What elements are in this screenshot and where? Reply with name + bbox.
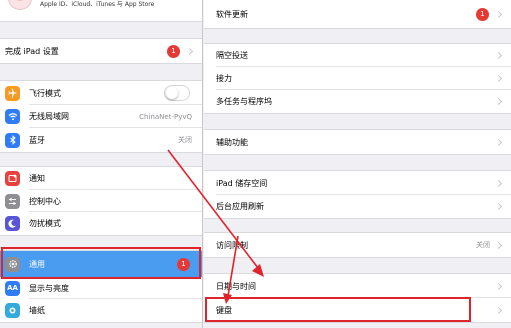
sidebar-item-do-not-disturb[interactable]: 勿扰模式: [0, 212, 202, 235]
row-label: 键盘: [216, 305, 232, 315]
chevron-right-icon: [494, 179, 503, 187]
bluetooth-icon: [5, 132, 20, 148]
restrictions-row[interactable]: 访问限制 关闭: [204, 233, 511, 257]
date-keyboard-group: 日期与时间 键盘: [204, 273, 511, 323]
airdrop-row[interactable]: 隔空投送: [204, 44, 511, 67]
chevron-right-icon: [494, 306, 503, 314]
software-update-badge: 1: [476, 7, 489, 21]
sidebar-item-wifi[interactable]: 无线局域网 ChinaNet-PyvQ: [0, 105, 202, 128]
chevron-right-icon: [494, 97, 503, 106]
row-label: 访问限制: [216, 240, 248, 250]
row-label: iPad 储存空间: [216, 178, 268, 188]
wallpaper-icon: [5, 303, 20, 318]
connectivity-group: 飞行模式 无线局域网 ChinaNet-PyvQ 蓝牙 关闭: [0, 80, 202, 153]
wifi-icon: [5, 109, 20, 124]
general-update-badge: 1: [177, 257, 190, 271]
restrictions-status-value: 关闭: [476, 241, 490, 249]
sidebar-item-notifications[interactable]: 通知: [0, 167, 202, 190]
row-label: 隔空投送: [216, 51, 248, 60]
profile-subtitle: Apple ID、iCloud、iTunes 与 App Store: [40, 1, 155, 8]
restrictions-group: 访问限制 关闭: [204, 232, 511, 258]
general-detail-pane: 软件更新 1 隔空投送 接力 多任务与程序坞 辅助功能 iPad 储存空间 后台…: [204, 0, 511, 328]
finish-setup-label: 完成 iPad 设置: [5, 46, 59, 56]
chevron-right-icon: [494, 138, 503, 146]
sidebar-item-general[interactable]: 通用 1: [0, 251, 202, 277]
date-time-row[interactable]: 日期与时间: [204, 274, 511, 298]
finish-setup-badge: 1: [167, 44, 180, 58]
sidebar-item-label: 显示与亮度: [29, 283, 69, 293]
airplane-mode-toggle[interactable]: [164, 85, 190, 101]
row-label: 辅助功能: [216, 137, 248, 147]
accessibility-row[interactable]: 辅助功能: [204, 130, 511, 154]
keyboard-row[interactable]: 键盘: [204, 298, 511, 322]
row-label: 多任务与程序坞: [216, 97, 272, 106]
sidebar-item-label: 飞行模式: [29, 88, 61, 98]
wifi-network-value: ChinaNet-PyvQ: [139, 112, 192, 121]
multitasking-dock-row[interactable]: 多任务与程序坞: [204, 90, 511, 113]
avatar: [8, 0, 32, 10]
settings-sidebar: Apple ID、iCloud、iTunes 与 App Store 完成 iP…: [0, 0, 203, 328]
settings-screen: Apple ID、iCloud、iTunes 与 App Store 完成 iP…: [0, 0, 511, 328]
ipad-storage-row[interactable]: iPad 储存空间: [204, 171, 511, 195]
continuity-group: 隔空投送 接力 多任务与程序坞: [204, 43, 511, 114]
chevron-right-icon: [494, 282, 503, 290]
chevron-right-icon: [494, 51, 503, 60]
sidebar-item-display-brightness[interactable]: AA 显示与亮度: [0, 277, 202, 299]
accessibility-group: 辅助功能: [204, 129, 511, 155]
airplane-icon: [5, 85, 20, 101]
sidebar-item-label: 墙纸: [29, 306, 45, 315]
chevron-right-icon: [494, 74, 503, 83]
finish-setup-row[interactable]: 完成 iPad 设置 1: [0, 39, 202, 63]
chevron-right-icon: [494, 241, 503, 249]
sidebar-item-wallpaper[interactable]: 墙纸: [0, 299, 202, 322]
finish-setup-group: 完成 iPad 设置 1: [0, 38, 202, 64]
sidebar-item-label: 通知: [29, 174, 45, 183]
storage-group: iPad 储存空间 后台应用刷新: [204, 170, 511, 219]
moon-icon: [5, 216, 20, 231]
sidebar-item-label: 控制中心: [29, 196, 61, 206]
chevron-right-icon: [494, 202, 503, 211]
row-label: 接力: [216, 74, 232, 83]
sidebar-item-label: 无线局域网: [29, 112, 69, 121]
sidebar-item-bluetooth[interactable]: 蓝牙 关闭: [0, 128, 202, 152]
background-app-refresh-row[interactable]: 后台应用刷新: [204, 195, 511, 218]
notifications-icon: [5, 171, 20, 186]
software-update-group: 软件更新 1: [204, 0, 511, 29]
sidebar-item-label: 勿扰模式: [29, 219, 61, 228]
sidebar-item-airplane-mode[interactable]: 飞行模式: [0, 81, 202, 105]
notifications-group: 通知 控制中心 勿扰模式: [0, 166, 202, 236]
row-label: 后台应用刷新: [216, 202, 264, 211]
chevron-right-icon: [185, 47, 194, 55]
sidebar-item-label: 蓝牙: [29, 135, 45, 145]
bluetooth-status-value: 关闭: [178, 136, 192, 144]
sidebar-item-control-center[interactable]: 控制中心: [0, 190, 202, 212]
toggle-knob: [166, 87, 178, 99]
row-label: 日期与时间: [216, 281, 256, 291]
sidebar-item-label: 通用: [29, 259, 45, 269]
software-update-row[interactable]: 软件更新 1: [204, 0, 511, 28]
system-group: 通用 1 AA 显示与亮度 墙纸: [0, 250, 202, 323]
profile-row[interactable]: Apple ID、iCloud、iTunes 与 App Store: [0, 0, 202, 22]
handoff-row[interactable]: 接力: [204, 67, 511, 90]
row-label: 软件更新: [216, 9, 248, 19]
chevron-right-icon: [494, 10, 503, 18]
control-center-icon: [5, 193, 20, 209]
display-brightness-icon: AA: [5, 280, 20, 296]
gear-icon: [5, 256, 20, 272]
